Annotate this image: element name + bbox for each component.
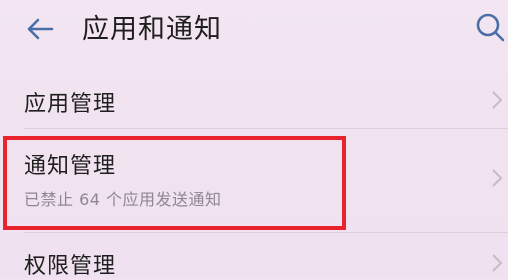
chevron-right-icon <box>492 169 503 187</box>
search-button[interactable] <box>472 10 508 46</box>
list-item-notification-management[interactable]: 通知管理 已禁止 64 个应用发送通知 <box>0 130 508 232</box>
divider <box>24 128 508 129</box>
chevron-right-icon <box>492 254 503 272</box>
back-button[interactable] <box>20 12 60 46</box>
page-title: 应用和通知 <box>82 14 222 45</box>
list-item-permission-management[interactable]: 权限管理 <box>0 234 508 279</box>
chevron-right-icon <box>492 91 503 109</box>
list-item-app-management[interactable]: 应用管理 <box>0 72 508 128</box>
divider <box>24 232 508 233</box>
settings-screen: 应用和通知 应用管理 通知管理 已禁止 64 个应用发送通知 权限管理 <box>0 0 508 279</box>
list-item-label: 应用管理 <box>24 92 117 117</box>
search-icon <box>476 13 505 42</box>
top-app-bar: 应用和通知 <box>0 0 508 66</box>
highlight-annotation-box <box>3 136 346 230</box>
list-item-label: 权限管理 <box>24 254 117 279</box>
arrow-left-icon <box>27 18 54 40</box>
